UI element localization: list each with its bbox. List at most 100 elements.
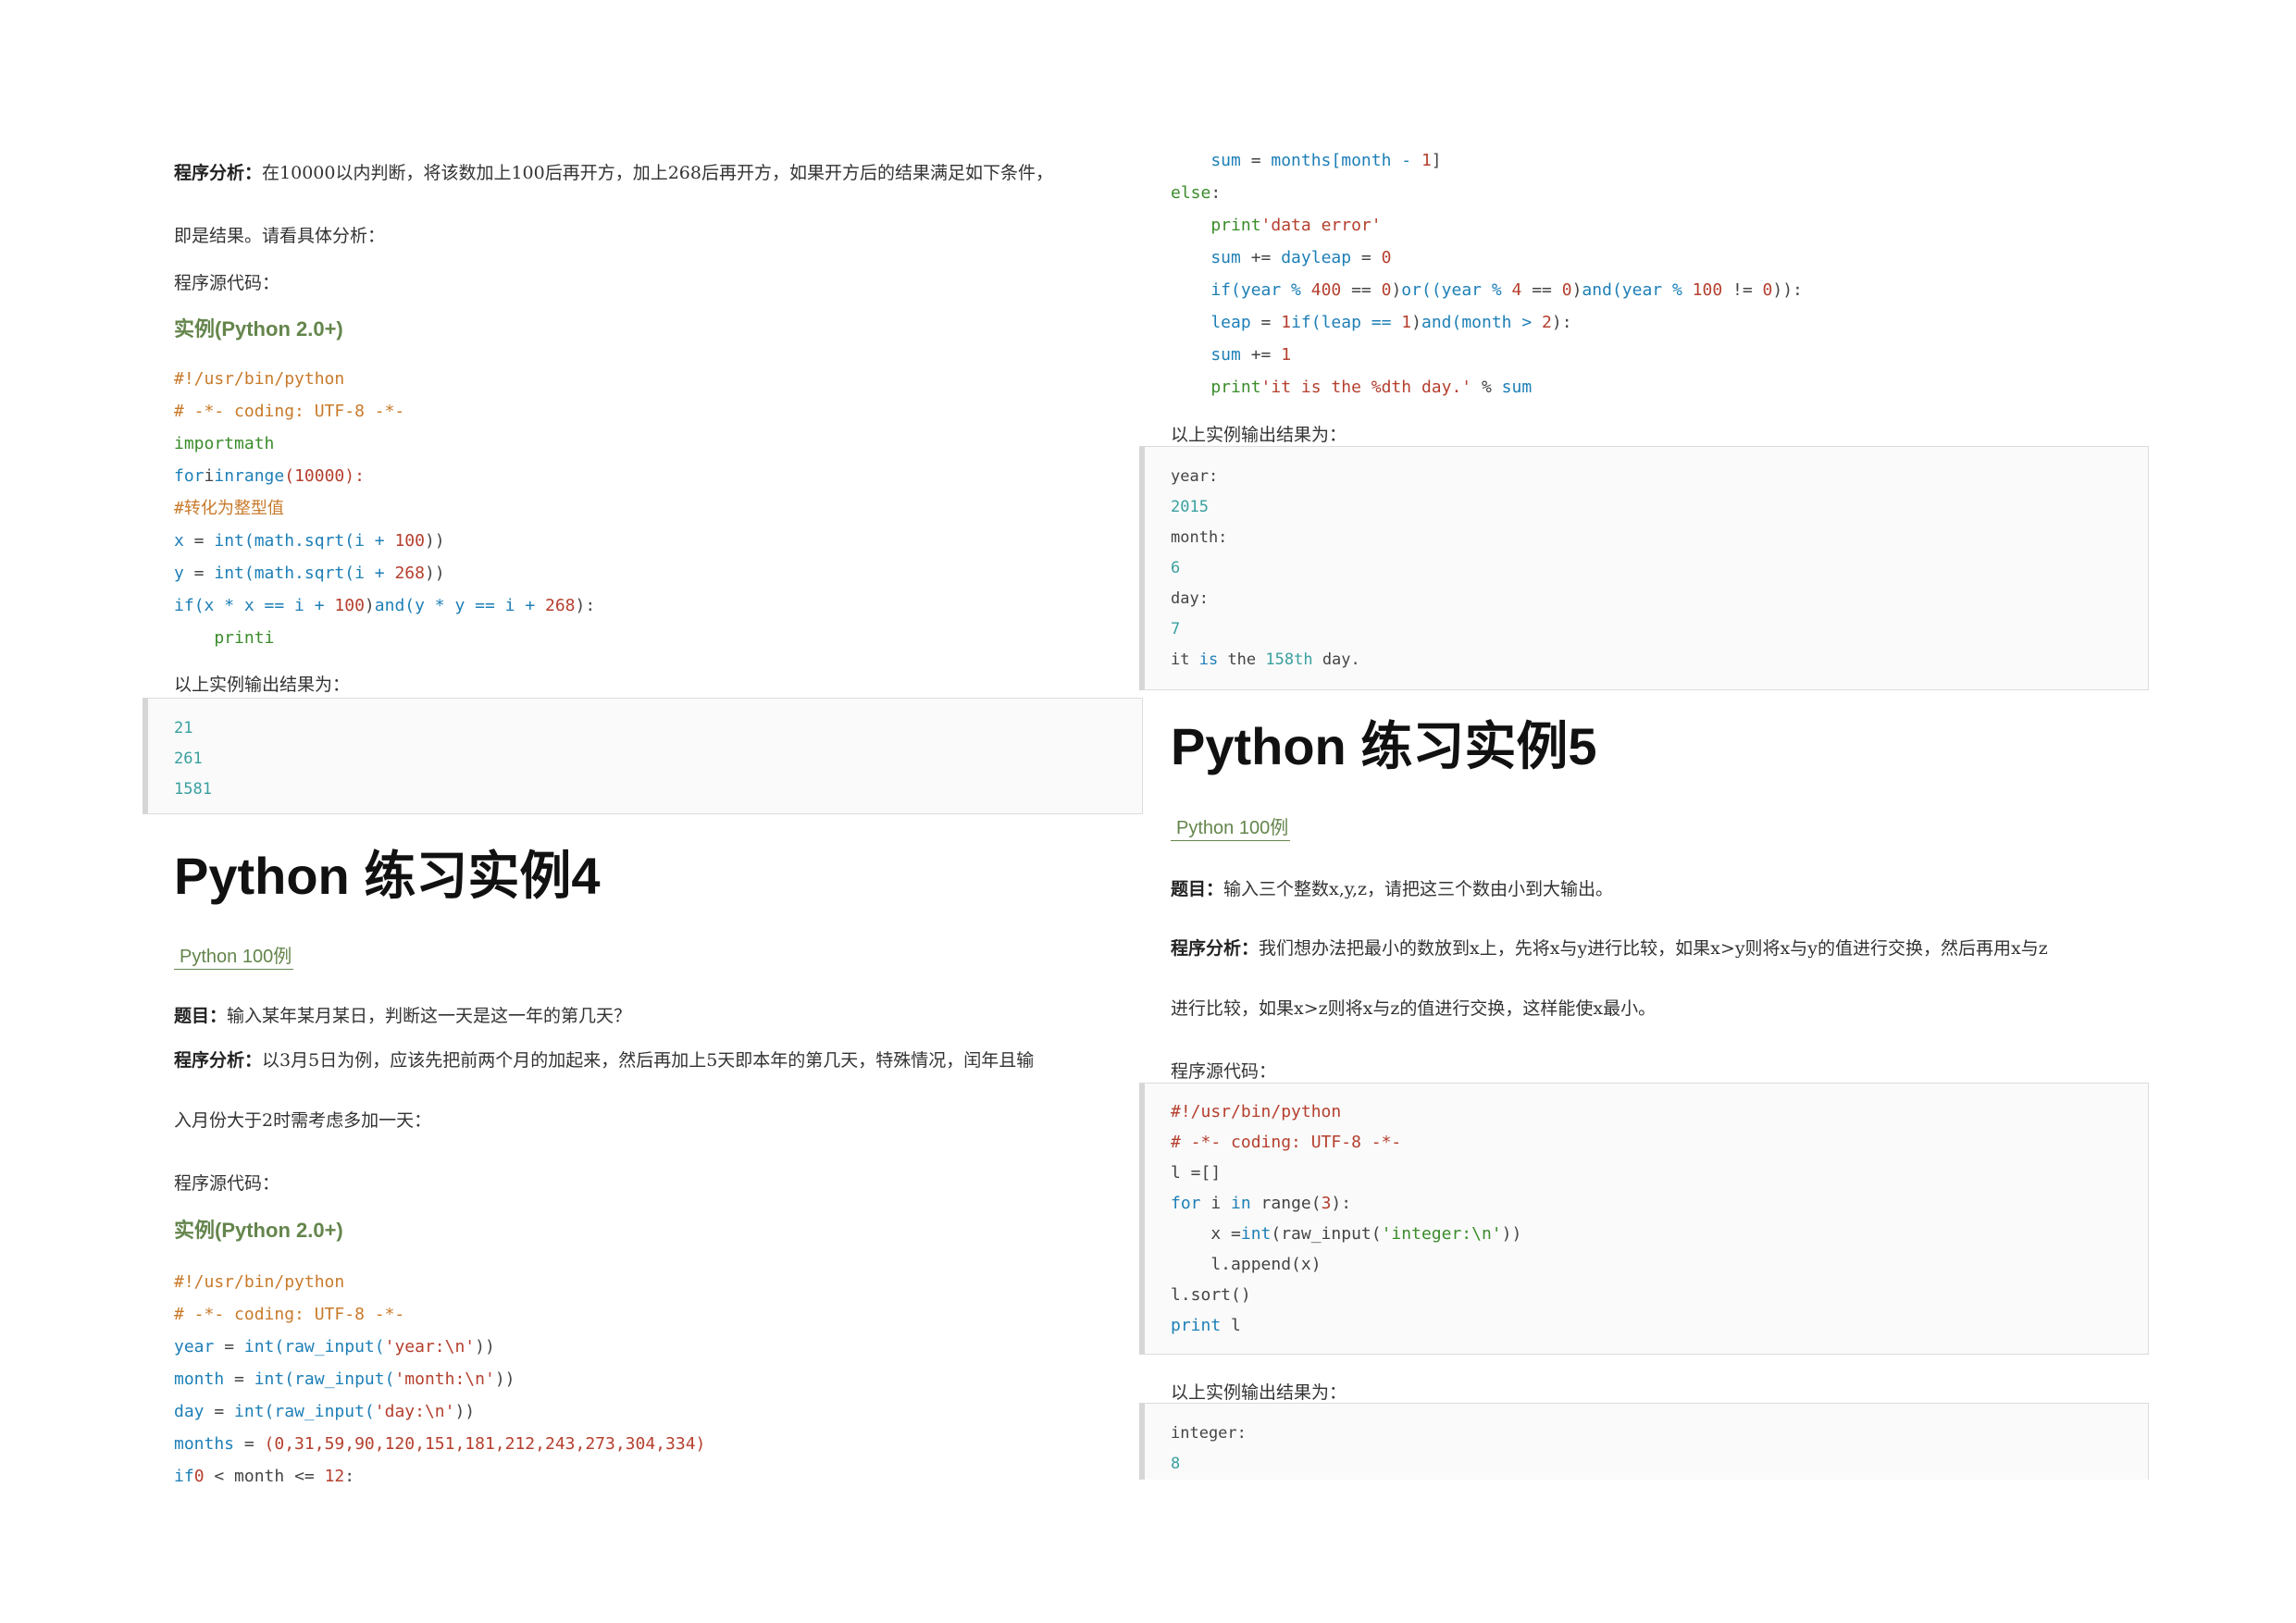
output-token: 1581 <box>174 780 212 799</box>
code-token: 'it is the %dth day.' <box>1260 378 1472 397</box>
code-token: print <box>1171 378 1261 397</box>
code-token: int <box>254 1369 285 1389</box>
code-token: l =[] <box>1171 1163 1222 1183</box>
code-token: != <box>1722 280 1763 300</box>
code-line: importmath <box>174 427 595 460</box>
analysis2-label: 程序分析： <box>174 1050 263 1071</box>
code-token: == <box>1521 280 1562 300</box>
code-line: #!/usr/bin/python <box>174 1266 705 1298</box>
output-token: integer: <box>1171 1424 1247 1443</box>
output-token: month: <box>1171 528 1228 547</box>
python-100-link-r[interactable]: Python 100例 <box>1171 812 1291 841</box>
code-token: day <box>174 1402 205 1421</box>
code-token: = <box>1240 151 1272 170</box>
analysis-label: 程序分析： <box>174 163 263 183</box>
code-token: 'month:\n' <box>394 1369 495 1389</box>
code-token: x <box>174 531 184 551</box>
code-token: i <box>264 628 275 648</box>
code-token: (x * x == i + <box>193 596 335 615</box>
code-token: (y * y == i + <box>404 596 545 615</box>
output-line: integer: <box>1171 1419 2148 1449</box>
analysis-r-line1: 程序分析：我们想办法把最小的数放到x上，先将x与y进行比较，如果x>y则将x与y… <box>1171 935 2048 960</box>
code-token: print <box>1171 216 1261 235</box>
output-line: 6 <box>1171 553 2148 584</box>
output-token: the <box>1218 650 1266 669</box>
code-token: = <box>204 1402 235 1421</box>
code-token: int <box>214 564 244 583</box>
analysis-paragraph-line1: 程序分析：在10000以内判断，将该数加上100后再开方，加上268后再开方，如… <box>174 159 1053 184</box>
code-line: print l <box>1171 1310 2148 1341</box>
output-token: 261 <box>174 750 203 768</box>
output-line: 21 <box>174 713 1142 744</box>
code-token: if <box>1291 313 1311 332</box>
code-token: months <box>174 1434 235 1454</box>
code-token: leap <box>1171 313 1251 332</box>
code-token: ): <box>1551 313 1572 332</box>
output-line: 261 <box>174 744 1142 774</box>
code-token: 100 <box>1692 280 1723 300</box>
code-block-continued: sum = months[month - 1] else: print'data … <box>1171 144 1803 403</box>
code-token: ): <box>575 596 596 615</box>
code-token: = <box>234 1434 265 1454</box>
code-token: for <box>174 466 205 486</box>
code-token: print <box>1171 1316 1222 1335</box>
code-token: if <box>1171 280 1232 300</box>
code-token: dayleap <box>1281 248 1352 267</box>
code-token: )) <box>494 1369 515 1389</box>
output-token: 2015 <box>1171 498 1209 516</box>
code-token: (10000): <box>284 466 365 486</box>
code-token: (month > <box>1451 313 1543 332</box>
code-line: # -*- coding: UTF-8 -*- <box>174 395 595 427</box>
code-token: l <box>1221 1316 1241 1335</box>
code-token: 'integer:\n' <box>1381 1224 1502 1244</box>
code-token: range <box>234 466 285 486</box>
code-token: #转化为整型值 <box>174 499 284 518</box>
code-line: day = int(raw_input('day:\n')) <box>174 1395 705 1428</box>
output-line: 1581 <box>174 774 1142 805</box>
example-label2: 实例(Python 2.0+) <box>174 1219 343 1242</box>
code-token: range( <box>1250 1194 1322 1213</box>
source-code-label: 程序源代码： <box>174 273 280 293</box>
output-line: month: <box>1171 523 2148 553</box>
code-token: 0 <box>1561 280 1572 300</box>
code-line: year = int(raw_input('year:\n')) <box>174 1331 705 1363</box>
code-token: (raw_input( <box>284 1369 395 1389</box>
code-token: int <box>234 1402 265 1421</box>
analysis2-line1: 程序分析：以3月5日为例，应该先把前两个月的加起来，然后再加上5天即本年的第几天… <box>174 1047 1034 1072</box>
code-token: and <box>374 596 405 615</box>
code-token: and <box>1582 280 1612 300</box>
output-label-r1: 以上实例输出结果为： <box>1171 425 1347 445</box>
code-token: i <box>204 466 215 486</box>
code-token: or <box>1401 280 1421 300</box>
code-token: 'day:\n' <box>374 1402 455 1421</box>
python-100-link[interactable]: Python 100例 <box>174 941 294 970</box>
output-line: 2015 <box>1171 492 2148 523</box>
code-token: 1 <box>1281 345 1292 365</box>
code-token: in <box>1231 1194 1251 1213</box>
code-token: += <box>1240 248 1282 267</box>
code-line: l =[] <box>1171 1158 2148 1188</box>
code-token: int <box>243 1337 275 1357</box>
output-line: it is the 158th day. <box>1171 645 2148 675</box>
output-token: it <box>1171 650 1199 669</box>
code-token: 2 <box>1542 313 1552 332</box>
code-token: (math.sqrt(i + <box>243 564 395 583</box>
code-token: )) <box>454 1402 476 1421</box>
source-code-label-r: 程序源代码： <box>1171 1061 1277 1082</box>
code-token: 1 <box>1421 151 1432 170</box>
code-token: = <box>183 531 215 551</box>
code-token: : <box>1210 183 1222 203</box>
code-token: = <box>1250 313 1282 332</box>
code-line: print'it is the %dth day.' % sum <box>1171 371 1803 403</box>
output-line: year: <box>1171 462 2148 492</box>
code-token: 0 <box>193 1467 205 1486</box>
output-token: 6 <box>1171 559 1181 577</box>
code-token: l.append(x) <box>1171 1255 1322 1274</box>
code-token: else <box>1171 183 1211 203</box>
example-label: 实例(Python 2.0+) <box>174 317 343 341</box>
code-token: < month <= <box>204 1467 325 1486</box>
code-token: (leap == <box>1310 313 1402 332</box>
code-token: )) <box>1501 1224 1522 1244</box>
analysis-r-line2: 进行比较，如果x>z则将x与z的值进行交换，这样能使x最小。 <box>1171 998 1657 1019</box>
code-token: = <box>214 1337 244 1357</box>
